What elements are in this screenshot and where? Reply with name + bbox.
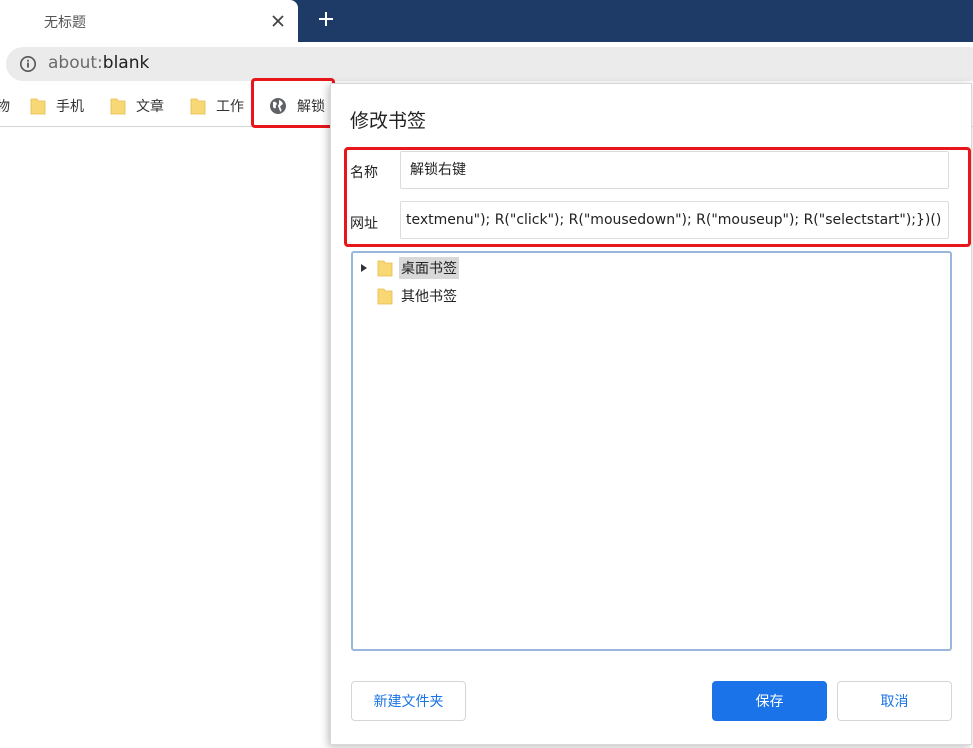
folder-icon (110, 97, 126, 115)
tab-title: 无标题 (44, 15, 86, 31)
expand-arrow-icon[interactable] (357, 261, 371, 275)
bookmark-label: 物 (0, 99, 10, 115)
bookmark-folder-articles[interactable]: 文章 (110, 95, 164, 117)
tree-item-label: 桌面书签 (399, 257, 459, 279)
highlight-box-bookmark (251, 78, 335, 128)
folder-icon (190, 97, 206, 115)
tree-item-label: 其他书签 (401, 289, 457, 305)
tree-item-other-bookmarks[interactable]: 其他书签 (357, 285, 459, 307)
bookmark-folder-phone[interactable]: 手机 (30, 95, 84, 117)
plus-icon (318, 11, 334, 31)
bookmark-label: 工作 (216, 99, 244, 115)
bookmark-item-partial[interactable]: 物 (0, 95, 10, 117)
address-bar[interactable]: about:blank (6, 47, 973, 81)
tab-strip: 无标题 (0, 0, 973, 42)
new-tab-button[interactable] (313, 8, 339, 34)
save-button[interactable]: 保存 (712, 681, 827, 721)
bookmark-label: 文章 (136, 99, 164, 115)
dialog-title: 修改书签 (350, 110, 427, 132)
address-path: blank (102, 53, 150, 73)
folder-icon (377, 259, 393, 277)
cancel-button[interactable]: 取消 (837, 681, 952, 721)
folder-icon (30, 97, 46, 115)
address-scheme: about: (48, 53, 103, 73)
tree-item-desktop-bookmarks[interactable]: 桌面书签 (357, 257, 459, 279)
folder-tree[interactable]: 桌面书签 其他书签 (351, 251, 952, 651)
new-folder-button[interactable]: 新建文件夹 (351, 681, 466, 721)
bookmark-label: 手机 (56, 99, 84, 115)
folder-icon (377, 287, 393, 305)
close-icon[interactable] (268, 11, 288, 31)
toolbar: about:blank (0, 42, 973, 86)
tab-active[interactable]: 无标题 (0, 0, 298, 42)
bookmark-folder-work[interactable]: 工作 (190, 95, 244, 117)
highlight-box-fields (344, 147, 971, 247)
address-text: about:blank (48, 53, 149, 73)
info-icon[interactable] (19, 55, 37, 73)
